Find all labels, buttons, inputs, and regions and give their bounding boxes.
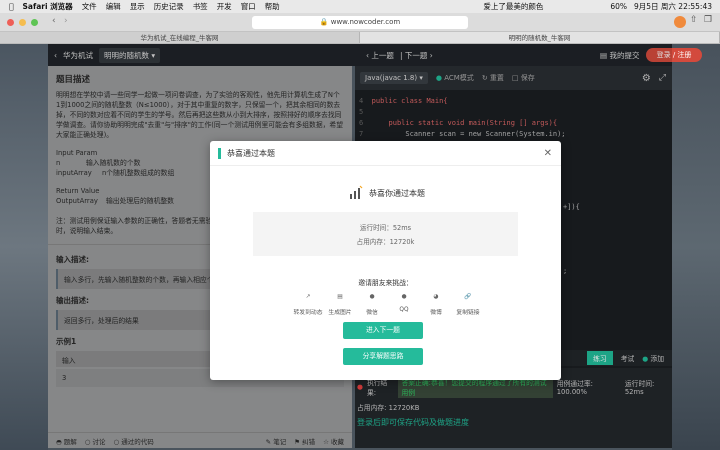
image-icon: ▤ — [337, 294, 343, 300]
extension-icon[interactable] — [674, 16, 686, 28]
menu-history[interactable]: 历史记录 — [154, 1, 184, 12]
back-icon[interactable]: ‹ — [52, 16, 56, 26]
modal-headline: 恭喜你通过本题 — [348, 185, 425, 201]
link-icon: 🔗 — [464, 294, 472, 300]
address-bar[interactable]: 🔒 www.nowcoder.com — [252, 16, 468, 29]
modal-title: 恭喜通过本题 — [227, 148, 275, 158]
modal-memory: 占用内存：12720k — [356, 238, 415, 246]
title-accent-bar — [218, 147, 221, 159]
menu-file[interactable]: 文件 — [82, 1, 97, 12]
forward-icon[interactable]: › — [64, 16, 68, 26]
menu-view[interactable]: 显示 — [130, 1, 145, 12]
share-dynamic[interactable]: ↗ 转发到动态 — [292, 290, 324, 316]
url-text: www.nowcoder.com — [330, 18, 401, 26]
close-icon[interactable]: ✕ — [544, 148, 552, 159]
tab-huawei-exam[interactable]: 华为机试_在线编程_牛客网 — [0, 32, 360, 43]
safari-toolbar: ‹ › 🔒 www.nowcoder.com ⇧ ❐ — [0, 13, 720, 32]
weibo-icon: ◕ — [433, 294, 439, 300]
share-dynamic-icon: ↗ — [305, 294, 311, 300]
zoom-window-button[interactable] — [31, 19, 38, 26]
desktop-background — [0, 44, 48, 450]
menu-bookmarks[interactable]: 书签 — [193, 1, 208, 12]
tab-bar: 华为机试_在线编程_牛客网 明明的随机数_牛客网 — [0, 32, 720, 44]
desktop-background-right — [672, 44, 720, 450]
success-modal: 恭喜通过本题 ✕ 恭喜你通过本题 运行时间：52ms 占用内存：12720k 邀… — [210, 141, 561, 380]
lock-icon: 🔒 — [319, 18, 329, 26]
clock[interactable]: 9月5日 周六 22:55:43 — [634, 1, 712, 12]
share-options: ↗ 转发到动态 ▤ 生成图片 ● 微信 ● QQ ◕ 微博 🔗 复制链接 — [292, 290, 484, 316]
share-qq[interactable]: ● QQ — [388, 290, 420, 316]
menu-window[interactable]: 窗口 — [241, 1, 256, 12]
share-icon[interactable]: ⇧ — [690, 15, 698, 25]
now-playing: 爱上了最美的颜色 — [483, 2, 544, 11]
close-window-button[interactable] — [7, 19, 14, 26]
menu-help[interactable]: 帮助 — [265, 1, 280, 12]
battery-indicator[interactable]: 60% — [610, 2, 627, 11]
menu-edit[interactable]: 编辑 — [106, 1, 121, 12]
tab-random-number[interactable]: 明明的随机数_牛客网 — [360, 32, 720, 43]
trophy-chart-icon — [350, 185, 363, 199]
wechat-icon: ● — [369, 294, 375, 300]
menu-safari[interactable]: Safari 浏览器 — [23, 1, 73, 12]
tabs-overview-icon[interactable]: ❐ — [704, 15, 712, 25]
modal-stats: 运行时间：52ms 占用内存：12720k — [253, 212, 518, 256]
macos-menubar:  Safari 浏览器 文件 编辑 显示 历史记录 书签 开发 窗口 帮助 爱… — [0, 0, 720, 13]
share-wechat[interactable]: ● 微信 — [356, 290, 388, 316]
invite-text: 邀请朋友来挑战： — [358, 279, 413, 287]
share-image[interactable]: ▤ 生成图片 — [324, 290, 356, 316]
apple-icon[interactable]:  — [9, 2, 14, 11]
share-link[interactable]: 🔗 复制链接 — [452, 290, 484, 316]
minimize-window-button[interactable] — [19, 19, 26, 26]
share-weibo[interactable]: ◕ 微博 — [420, 290, 452, 316]
next-problem-button[interactable]: 进入下一题 — [343, 322, 423, 339]
share-solution-button[interactable]: 分享解题思路 — [343, 348, 423, 365]
menu-develop[interactable]: 开发 — [217, 1, 232, 12]
modal-runtime: 运行时间：52ms — [359, 224, 412, 232]
qq-icon: ● — [401, 294, 407, 300]
